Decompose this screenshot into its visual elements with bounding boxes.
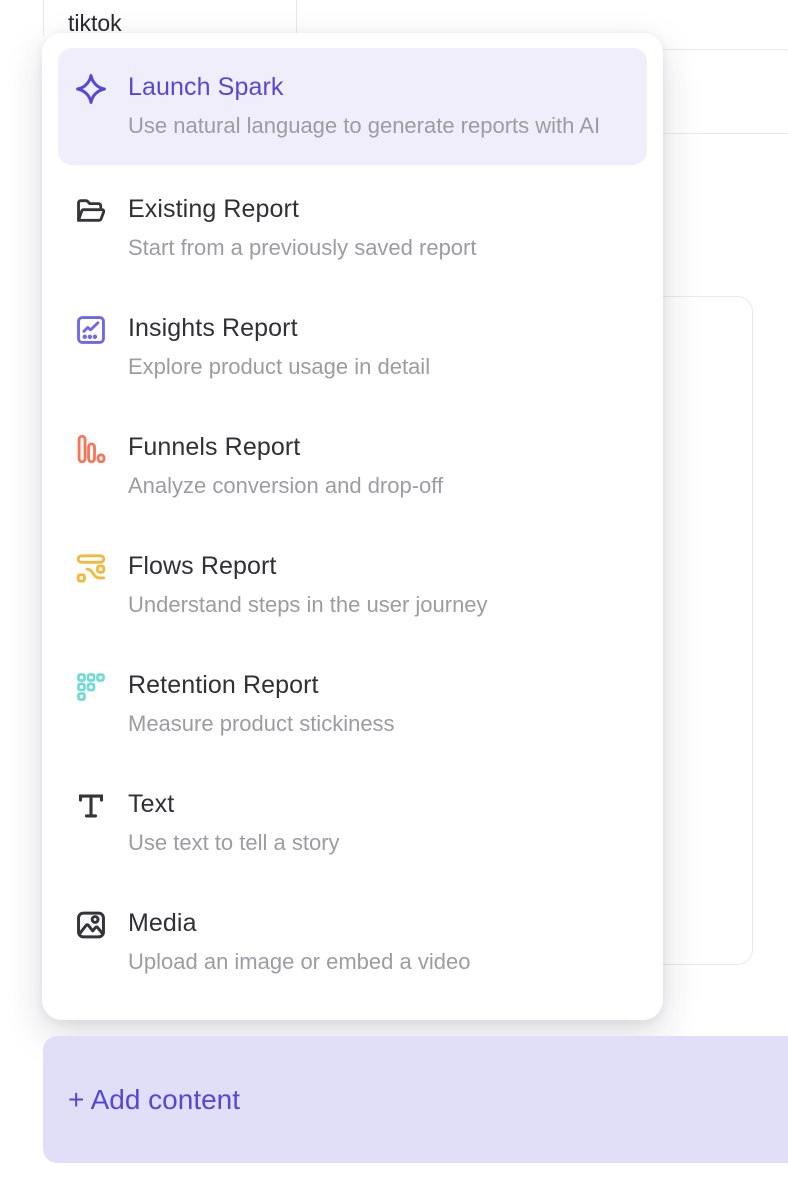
menu-item-title: Funnels Report bbox=[128, 432, 443, 462]
menu-item-insights-report[interactable]: Insights Report Explore product usage in… bbox=[58, 288, 647, 407]
add-content-button[interactable]: + Add content bbox=[43, 1036, 788, 1163]
menu-item-subtitle: Upload an image or embed a video bbox=[128, 946, 470, 977]
menu-item-subtitle: Explore product usage in detail bbox=[128, 351, 430, 382]
menu-item-subtitle: Start from a previously saved report bbox=[128, 232, 476, 263]
menu-item-title: Launch Spark bbox=[128, 72, 600, 102]
retention-grid-icon bbox=[74, 670, 108, 704]
menu-item-flows-report[interactable]: Flows Report Understand steps in the use… bbox=[58, 526, 647, 645]
background-column-divider bbox=[296, 0, 297, 34]
menu-item-existing-report[interactable]: Existing Report Start from a previously … bbox=[58, 169, 647, 288]
menu-item-retention-report[interactable]: Retention Report Measure product stickin… bbox=[58, 645, 647, 764]
menu-item-title: Insights Report bbox=[128, 313, 430, 343]
funnels-bars-icon bbox=[74, 432, 108, 466]
background-card-left-edge bbox=[43, 0, 44, 36]
menu-item-subtitle: Use natural language to generate reports… bbox=[128, 110, 600, 141]
background-row-divider bbox=[650, 133, 788, 134]
menu-item-launch-spark[interactable]: Launch Spark Use natural language to gen… bbox=[58, 48, 647, 165]
menu-item-subtitle: Measure product stickiness bbox=[128, 708, 395, 739]
menu-item-title: Media bbox=[128, 908, 470, 938]
text-icon bbox=[74, 789, 108, 823]
media-image-icon bbox=[74, 908, 108, 942]
menu-item-subtitle: Use text to tell a story bbox=[128, 827, 340, 858]
menu-item-title: Text bbox=[128, 789, 340, 819]
insights-chart-icon bbox=[74, 313, 108, 347]
menu-item-subtitle: Analyze conversion and drop-off bbox=[128, 470, 443, 501]
flows-icon bbox=[74, 551, 108, 585]
menu-item-title: Retention Report bbox=[128, 670, 395, 700]
add-content-dropdown-menu: Launch Spark Use natural language to gen… bbox=[42, 33, 663, 1020]
menu-item-title: Existing Report bbox=[128, 194, 476, 224]
menu-item-title: Flows Report bbox=[128, 551, 488, 581]
menu-item-subtitle: Understand steps in the user journey bbox=[128, 589, 488, 620]
spark-icon bbox=[74, 72, 108, 106]
menu-item-text[interactable]: Text Use text to tell a story bbox=[58, 764, 647, 883]
menu-item-media[interactable]: Media Upload an image or embed a video bbox=[58, 883, 647, 1002]
folder-open-icon bbox=[74, 194, 108, 228]
background-row-divider bbox=[650, 49, 788, 50]
menu-item-funnels-report[interactable]: Funnels Report Analyze conversion and dr… bbox=[58, 407, 647, 526]
add-content-label: + Add content bbox=[68, 1084, 240, 1116]
